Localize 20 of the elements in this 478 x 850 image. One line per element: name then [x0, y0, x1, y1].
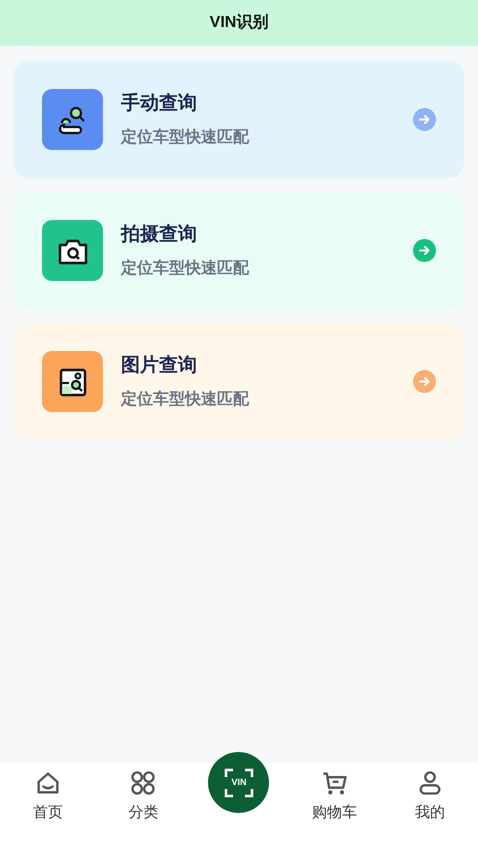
card-title: 拍摄查询 [121, 222, 198, 246]
query-card[interactable]: 拍摄查询 定位车型快速匹配 [14, 192, 464, 309]
card-title: 手动查询 [121, 92, 198, 116]
query-card[interactable]: 图片查询 定位车型快速匹配 [14, 323, 464, 440]
tab-item[interactable]: 购物车 [286, 763, 382, 850]
grid-icon [129, 769, 158, 797]
photo-search-icon [42, 351, 103, 412]
card-subtitle: 定位车型快速匹配 [121, 128, 250, 148]
tab-item[interactable]: 我的 [382, 763, 478, 850]
scan-frame-icon [224, 768, 254, 798]
tab-item[interactable]: 首页 [0, 763, 96, 850]
card-subtitle: 定位车型快速匹配 [121, 390, 250, 410]
card-title: 图片查询 [121, 354, 198, 378]
card-subtitle: 定位车型快速匹配 [121, 258, 250, 278]
hand-search-icon [42, 89, 103, 150]
tab-item[interactable]: 分类 [96, 763, 192, 850]
camera-search-icon [42, 220, 103, 281]
page-title: VIN识别 [210, 12, 268, 33]
query-card[interactable]: 手动查询 定位车型快速匹配 [14, 61, 464, 178]
scan-button[interactable]: VIN [208, 752, 270, 813]
